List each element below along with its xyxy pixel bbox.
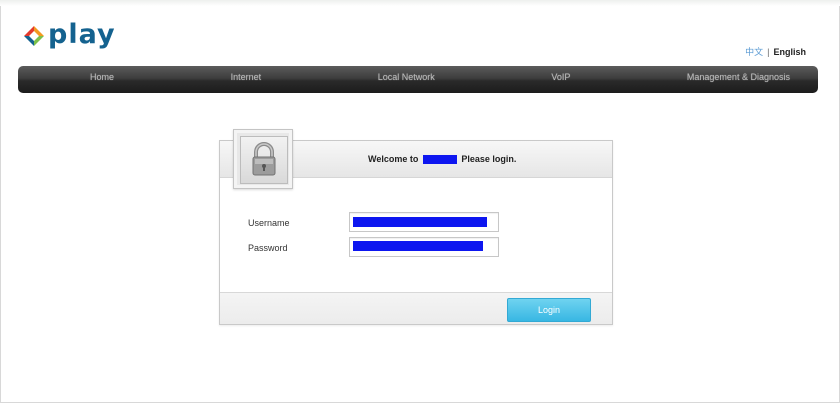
- language-separator: |: [767, 47, 770, 57]
- lock-image-panel: [240, 136, 288, 184]
- password-field[interactable]: [349, 237, 499, 257]
- top-gradient: [0, 0, 840, 6]
- language-switcher: 中文 | English: [745, 45, 806, 58]
- welcome-message: Welcome to Please login.: [368, 154, 517, 165]
- redacted-username: [353, 217, 487, 227]
- brand-logo[interactable]: play: [22, 18, 116, 50]
- main-navigation: Home Internet Local Network VoIP Managem…: [18, 66, 818, 93]
- diamond-logo-icon: [22, 24, 46, 48]
- username-field[interactable]: [349, 212, 499, 232]
- welcome-prefix: Welcome to: [368, 154, 419, 164]
- username-label: Username: [248, 218, 290, 228]
- nav-item-local-network[interactable]: Local Network: [378, 72, 435, 82]
- nav-item-voip[interactable]: VoIP: [551, 72, 570, 82]
- nav-item-home[interactable]: Home: [90, 72, 114, 82]
- login-button[interactable]: Login: [507, 298, 591, 322]
- language-english-link[interactable]: English: [773, 47, 806, 57]
- padlock-icon: [252, 142, 276, 176]
- redacted-brand-block: [422, 155, 457, 165]
- nav-item-internet[interactable]: Internet: [231, 72, 262, 82]
- nav-item-management-diagnosis[interactable]: Management & Diagnosis: [687, 72, 790, 82]
- welcome-suffix: Please login.: [461, 154, 517, 164]
- brand-name: play: [48, 18, 116, 50]
- password-label: Password: [248, 243, 288, 253]
- redacted-password: [353, 241, 483, 251]
- language-chinese-link[interactable]: 中文: [745, 47, 763, 57]
- login-footer: Login: [220, 292, 612, 324]
- lock-image-frame: [233, 129, 293, 189]
